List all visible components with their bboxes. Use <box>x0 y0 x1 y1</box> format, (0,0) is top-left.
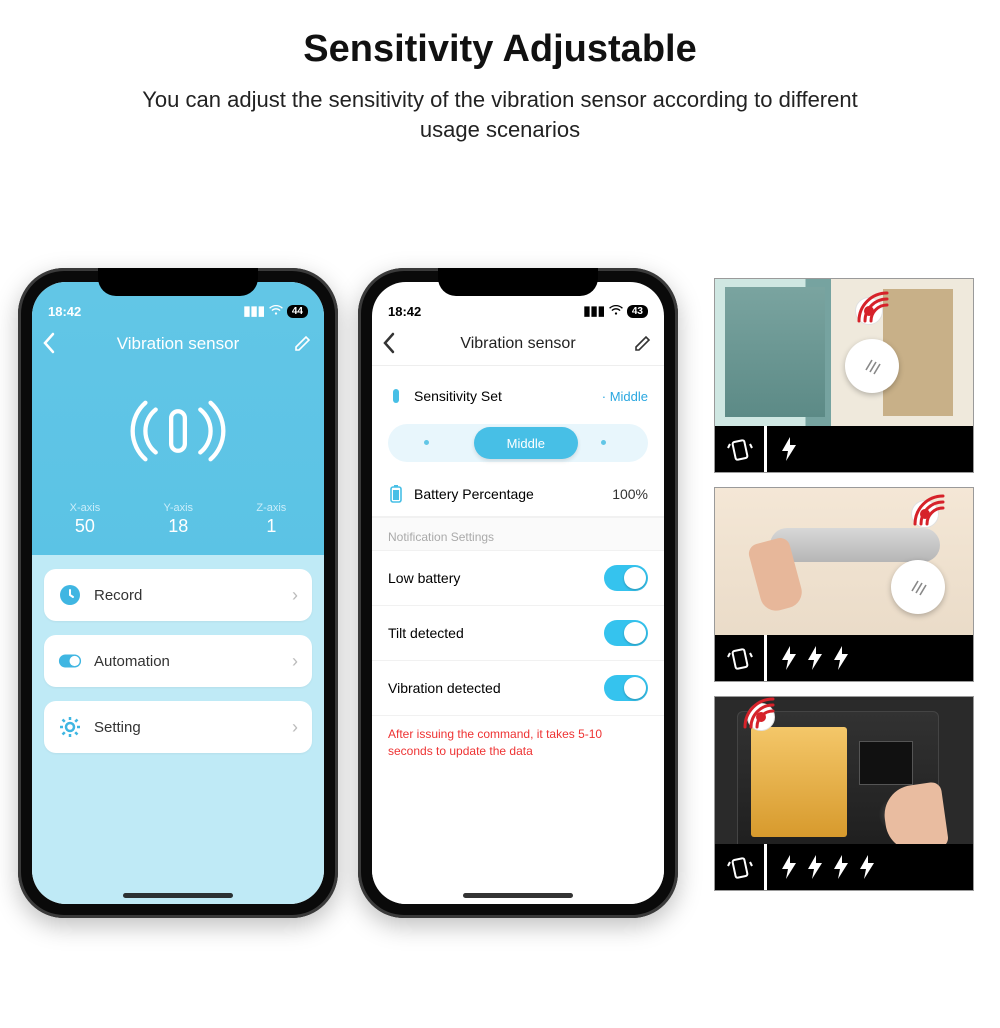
chevron-right-icon: › <box>292 717 298 738</box>
gear-icon <box>58 715 82 739</box>
bolt-icon <box>781 437 797 461</box>
axis-x-value: 50 <box>70 516 101 537</box>
edit-icon[interactable] <box>294 334 312 357</box>
menu-item-automation[interactable]: Automation › <box>44 635 312 687</box>
setting-label: Setting <box>94 719 141 736</box>
sensitivity-value: · Middle <box>602 389 648 404</box>
vibration-sensor-icon <box>32 366 324 496</box>
axis-y-value: 18 <box>164 516 194 537</box>
scenario-door <box>714 487 974 682</box>
signal-arc-icon <box>909 490 949 530</box>
back-button[interactable] <box>42 332 56 360</box>
row-low-battery: Low battery <box>372 551 664 606</box>
battery-label: Battery Percentage <box>414 486 534 502</box>
tilt-label: Tilt detected <box>388 625 464 641</box>
toggle-icon <box>58 649 82 673</box>
row-vibration-detected: Vibration detected <box>372 661 664 716</box>
sensitivity-level-1 <box>767 437 973 461</box>
wifi-icon <box>609 304 623 319</box>
bolt-icon <box>781 855 797 879</box>
signal-icon: ▮▮▮ <box>583 303 604 319</box>
sensor-device-icon <box>845 339 899 393</box>
automation-label: Automation <box>94 653 170 670</box>
signal-icon: ▮▮▮ <box>243 303 264 319</box>
wifi-icon <box>269 304 283 319</box>
sensor-device-icon <box>891 560 945 614</box>
vibrate-icon <box>715 426 767 472</box>
battery-icon <box>388 486 404 502</box>
update-warning-text: After issuing the command, it takes 5-10… <box>372 716 664 770</box>
page-headline: Sensitivity Adjustable <box>0 28 1000 71</box>
vibrate-icon <box>715 635 767 681</box>
phone-notch <box>98 268 258 296</box>
bolt-icon <box>807 855 823 879</box>
phone-settings-view: 18:42 ▮▮▮ 43 Vibration sensor <box>358 268 678 918</box>
clock-icon <box>58 583 82 607</box>
page-subhead: You can adjust the sensitivity of the vi… <box>110 85 890 144</box>
vibrate-icon <box>715 844 767 890</box>
bolt-icon <box>859 855 875 879</box>
vibration-label: Vibration detected <box>388 680 501 696</box>
seg-dot-high <box>601 440 606 445</box>
home-indicator <box>463 893 573 898</box>
screen-title: Vibration sensor <box>117 334 240 354</box>
menu-item-setting[interactable]: Setting › <box>44 701 312 753</box>
row-sensitivity-set[interactable]: Sensitivity Set · Middle <box>372 374 664 418</box>
record-label: Record <box>94 587 142 604</box>
seg-selected[interactable]: Middle <box>474 427 578 459</box>
axes-readout: X-axis 50 Y-axis 18 Z-axis 1 <box>32 496 324 555</box>
battery-value: 100% <box>612 486 648 502</box>
back-button[interactable] <box>382 332 396 360</box>
sensitivity-level-3 <box>767 646 973 670</box>
sensitivity-icon <box>388 388 404 404</box>
sensitivity-level-4 <box>767 855 973 879</box>
bolt-icon <box>807 646 823 670</box>
signal-arc-icon <box>853 287 893 327</box>
scenario-tiles <box>714 278 974 891</box>
sensitivity-segmented-control[interactable]: Middle <box>388 424 648 462</box>
axis-z-value: 1 <box>256 516 286 537</box>
battery-pill: 44 <box>287 305 308 318</box>
status-time: 18:42 <box>48 304 81 319</box>
sensitivity-label: Sensitivity Set <box>414 388 502 404</box>
screen-title: Vibration sensor <box>460 335 575 353</box>
toggle-vibration[interactable] <box>604 675 648 701</box>
row-tilt-detected: Tilt detected <box>372 606 664 661</box>
home-indicator <box>123 893 233 898</box>
toggle-low-battery[interactable] <box>604 565 648 591</box>
axis-y-label: Y-axis <box>164 502 194 514</box>
signal-arc-icon <box>739 696 779 733</box>
bolt-icon <box>781 646 797 670</box>
axis-x-label: X-axis <box>70 502 101 514</box>
chevron-right-icon: › <box>292 585 298 606</box>
axis-z-label: Z-axis <box>256 502 286 514</box>
menu-item-record[interactable]: Record › <box>44 569 312 621</box>
phone-notch <box>438 268 598 296</box>
edit-icon[interactable] <box>634 334 652 357</box>
seg-dot-low <box>424 440 429 445</box>
scenario-safe <box>714 696 974 891</box>
battery-pill: 43 <box>627 305 648 318</box>
section-notification-settings: Notification Settings <box>372 517 664 551</box>
chevron-right-icon: › <box>292 651 298 672</box>
status-time: 18:42 <box>388 304 421 319</box>
scenario-window <box>714 278 974 473</box>
bolt-icon <box>833 855 849 879</box>
low-battery-label: Low battery <box>388 570 460 586</box>
row-battery: Battery Percentage 100% <box>372 472 664 517</box>
bolt-icon <box>833 646 849 670</box>
phone-main-view: 18:42 ▮▮▮ 44 Vibration s <box>18 268 338 918</box>
toggle-tilt[interactable] <box>604 620 648 646</box>
